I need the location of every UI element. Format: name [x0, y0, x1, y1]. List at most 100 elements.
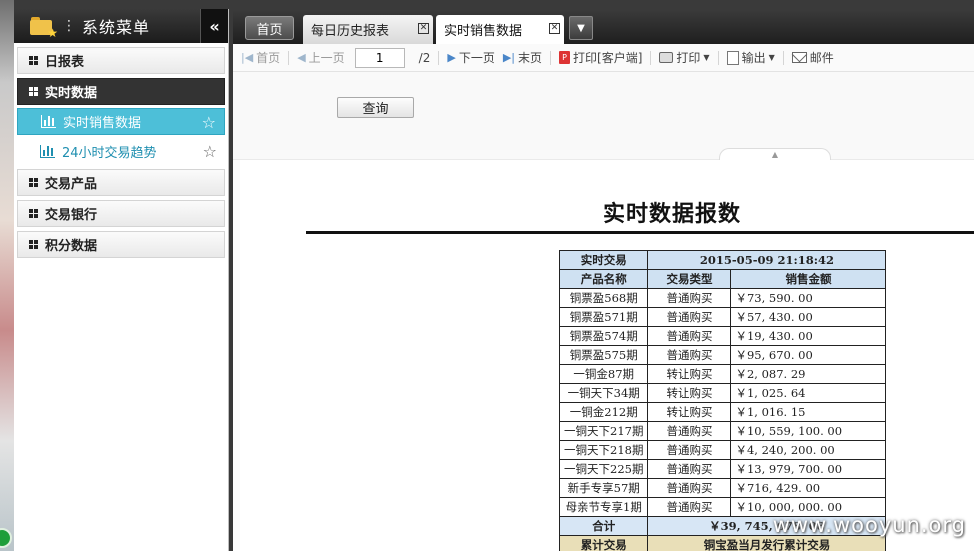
next-page-icon: ▶ — [447, 51, 456, 64]
query-area: 查询 ▲ — [233, 72, 974, 160]
collapse-query-handle[interactable]: ▲ — [719, 148, 831, 160]
prev-page-label: 上一页 — [308, 51, 345, 65]
table-cell: ￥13, 979, 700. 00 — [730, 459, 887, 479]
grid-icon — [29, 209, 38, 218]
export-label: 输出 — [741, 51, 766, 65]
total-label: 合计 — [558, 516, 649, 536]
last-page-button[interactable]: ▶| 末页 — [503, 49, 542, 66]
report-view: 实时数据报数 实时交易 2015-05-09 21:18:42 产品名称 交易类… — [233, 160, 974, 551]
collapse-sidebar-button[interactable]: « — [200, 9, 228, 43]
table-row: 一铜天下225期 普通购买 ￥13, 979, 700. 00 — [558, 459, 887, 479]
table-cell: 铜票盈574期 — [558, 326, 649, 346]
nav-group-points[interactable]: 积分数据 — [17, 231, 225, 258]
table-cell: 一铜天下225期 — [558, 459, 649, 479]
toolbar-divider — [717, 50, 719, 65]
table-row: 一铜金212期 转让购买 ￥1, 016. 15 — [558, 402, 887, 422]
tab-daily-history[interactable]: 每日历史报表 ✕ — [303, 15, 433, 44]
nav-item-label: 24小时交易趋势 — [62, 146, 157, 161]
nav-item-realtime-sales[interactable]: 实时销售数据 ☆ — [17, 108, 225, 135]
tab-menu-chevron-down-icon[interactable]: ▼ — [569, 16, 593, 40]
grid-icon — [29, 240, 38, 249]
watermark: www.wooyun.org — [772, 513, 966, 537]
tab-label: 每日历史报表 — [311, 24, 390, 39]
close-icon[interactable]: ✕ — [418, 23, 429, 34]
page-number-input[interactable] — [354, 47, 405, 68]
export-icon — [726, 50, 739, 65]
table-cell: ￥4, 240, 200. 00 — [730, 440, 887, 460]
sidebar-header: ★ ⋮ 系统菜单 « — [14, 9, 228, 43]
nav-group-products[interactable]: 交易产品 — [17, 169, 225, 196]
first-page-label: 首页 — [256, 51, 281, 65]
table-row: 新手专享57期 普通购买 ￥716, 429. 00 — [558, 478, 887, 498]
tab-bar: 首页 每日历史报表 ✕ 实时销售数据 ✕ ▼ — [233, 9, 974, 44]
report-toolbar: |◀ 首页 ◀ 上一页 /2 ▶ 下一页 ▶| 末页 P 打印[客户端] 打印 … — [233, 44, 974, 72]
next-page-button[interactable]: ▶ 下一页 — [447, 49, 494, 66]
first-page-icon: |◀ — [241, 51, 254, 64]
toolbar-divider — [550, 50, 552, 65]
nav-item-24h-trend[interactable]: 24小时交易趋势 ☆ — [17, 138, 225, 165]
favorite-star-icon[interactable]: ☆ — [203, 142, 217, 161]
first-page-button[interactable]: |◀ 首页 — [241, 49, 280, 66]
table-row: 一铜天下34期 转让购买 ￥1, 025. 64 — [558, 383, 887, 403]
table-cell: ￥95, 670. 00 — [730, 345, 887, 365]
tab-home[interactable]: 首页 — [245, 16, 294, 40]
nav-group-label: 交易银行 — [45, 208, 98, 223]
table-cell: 普通购买 — [647, 497, 732, 517]
query-button[interactable]: 查询 — [337, 97, 414, 118]
table-cell: ￥57, 430. 00 — [730, 307, 887, 327]
toolbar-divider — [288, 50, 290, 65]
table-cell: 铜票盈571期 — [558, 307, 649, 327]
table-header-row: 产品名称 交易类型 销售金额 — [558, 269, 887, 289]
toolbar-divider — [650, 50, 652, 65]
grid-icon — [29, 56, 38, 65]
table-cell: 铜票盈575期 — [558, 345, 649, 365]
print-button[interactable]: 打印 ▼ — [659, 49, 710, 66]
toolbar-divider — [438, 50, 440, 65]
table-row: 铜票盈571期 普通购买 ￥57, 430. 00 — [558, 307, 887, 327]
table-cell: 母亲节专享1期 — [558, 497, 649, 517]
column-header: 销售金额 — [730, 269, 887, 289]
bar-chart-icon — [40, 145, 55, 158]
title-divider — [306, 231, 974, 234]
close-icon[interactable]: ✕ — [549, 23, 560, 34]
nav-group-realtime-data[interactable]: 实时数据 — [17, 78, 225, 105]
table-cell: ￥2, 087. 29 — [730, 364, 887, 384]
pdf-icon: P — [559, 51, 571, 64]
table-row: 一铜天下218期 普通购买 ￥4, 240, 200. 00 — [558, 440, 887, 460]
table-cell: 转让购买 — [647, 402, 732, 422]
nav-group-banks[interactable]: 交易银行 — [17, 200, 225, 227]
table-cell: 一铜天下34期 — [558, 383, 649, 403]
tab-label: 实时销售数据 — [444, 24, 523, 39]
table-cell: 铜票盈568期 — [558, 288, 649, 308]
toolbar-divider — [782, 50, 784, 65]
next-page-label: 下一页 — [458, 51, 495, 65]
last-page-icon: ▶| — [502, 51, 516, 64]
report-timestamp: 2015-05-09 21:18:42 — [647, 250, 887, 270]
table-cell: 普通购买 — [647, 326, 732, 346]
table-cell: 一铜金87期 — [558, 364, 649, 384]
export-button[interactable]: 输出 ▼ — [726, 49, 775, 66]
table-row: 一铜金87期 转让购买 ￥2, 087. 29 — [558, 364, 887, 384]
cumulative-row: 累计交易 铜宝盈当月发行累计交易 — [558, 535, 887, 551]
print-client-button[interactable]: P 打印[客户端] — [559, 49, 642, 66]
nav-group-daily-report[interactable]: 日报表 — [17, 47, 225, 74]
menu-dots-icon: ⋮ — [62, 18, 76, 34]
realtime-label: 实时交易 — [558, 250, 649, 270]
sales-table: 实时交易 2015-05-09 21:18:42 产品名称 交易类型 销售金额 … — [558, 250, 887, 551]
printer-icon — [659, 52, 674, 63]
print-client-label: 打印[客户端] — [573, 51, 643, 65]
favorite-star-icon[interactable]: ☆ — [202, 113, 216, 132]
page-total: /2 — [418, 50, 431, 65]
tab-realtime-sales[interactable]: 实时销售数据 ✕ — [436, 15, 564, 44]
prev-page-icon: ◀ — [297, 51, 306, 64]
prev-page-button[interactable]: ◀ 上一页 — [297, 49, 344, 66]
bar-chart-icon — [41, 115, 56, 128]
table-cell: ￥10, 559, 100. 00 — [730, 421, 887, 441]
last-page-label: 末页 — [518, 51, 543, 65]
nav-group-label: 交易产品 — [45, 177, 98, 192]
mail-button[interactable]: 邮件 — [791, 49, 834, 66]
nav-group-label: 实时数据 — [45, 86, 98, 101]
mail-label: 邮件 — [809, 51, 834, 65]
table-cell: ￥1, 016. 15 — [730, 402, 887, 422]
table-cell: 普通购买 — [647, 440, 732, 460]
